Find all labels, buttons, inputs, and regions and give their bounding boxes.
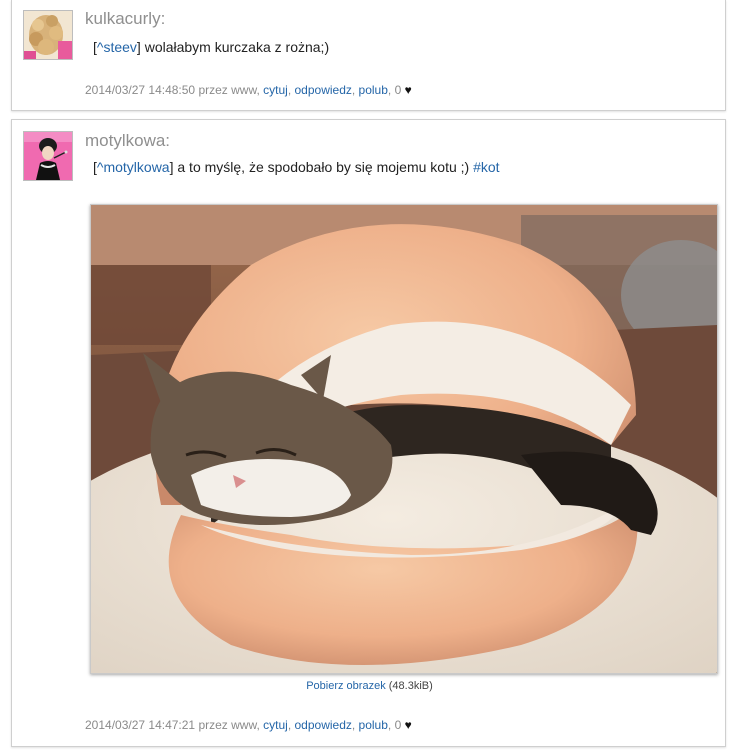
heart-icon: ♥: [404, 83, 412, 97]
user-avatar[interactable]: [23, 131, 73, 181]
timestamp: 2014/03/27 14:48:50 przez www,: [85, 83, 260, 97]
like-count: 0: [394, 718, 402, 732]
attached-image[interactable]: [90, 204, 718, 674]
reply-link[interactable]: odpowiedz: [295, 83, 352, 97]
comment-text: [^steev] wolałabym kurczaka z rożna;): [93, 39, 329, 55]
message-body: wolałabym kurczaka z rożna;): [140, 39, 330, 55]
post-meta: 2014/03/27 14:47:21 przez www, cytuj, od…: [85, 718, 412, 732]
heart-icon: ♥: [404, 718, 412, 732]
reply-user-link[interactable]: ^motylkowa: [97, 159, 170, 175]
hashtag-link[interactable]: #kot: [473, 159, 499, 175]
like-link[interactable]: polub: [359, 718, 388, 732]
image-size: (48.3kiB): [388, 680, 433, 692]
comment-post: motylkowa: [^motylkowa] a to myślę, że s…: [11, 119, 726, 747]
username[interactable]: motylkowa:: [85, 131, 170, 151]
post-meta: 2014/03/27 14:48:50 przez www, cytuj, od…: [85, 83, 412, 97]
quote-link[interactable]: cytuj: [263, 83, 288, 97]
like-link[interactable]: polub: [359, 83, 388, 97]
user-avatar[interactable]: [23, 10, 73, 60]
image-download: Pobierz obrazek (48.3kiB): [12, 680, 727, 692]
cat-photo-illustration: [91, 205, 717, 673]
like-count: 0: [394, 83, 402, 97]
reply-user-link[interactable]: ^steev: [97, 39, 137, 55]
username[interactable]: kulkacurly:: [85, 9, 165, 29]
message-body: a to myślę, że spodobało by się mojemu k…: [173, 159, 474, 175]
timestamp: 2014/03/27 14:47:21 przez www,: [85, 718, 260, 732]
quote-link[interactable]: cytuj: [263, 718, 288, 732]
comment-text: [^motylkowa] a to myślę, że spodobało by…: [93, 159, 500, 175]
comment-post: kulkacurly: [^steev] wolałabym kurczaka …: [11, 0, 726, 111]
reply-link[interactable]: odpowiedz: [295, 718, 352, 732]
download-image-link[interactable]: Pobierz obrazek: [306, 680, 386, 692]
